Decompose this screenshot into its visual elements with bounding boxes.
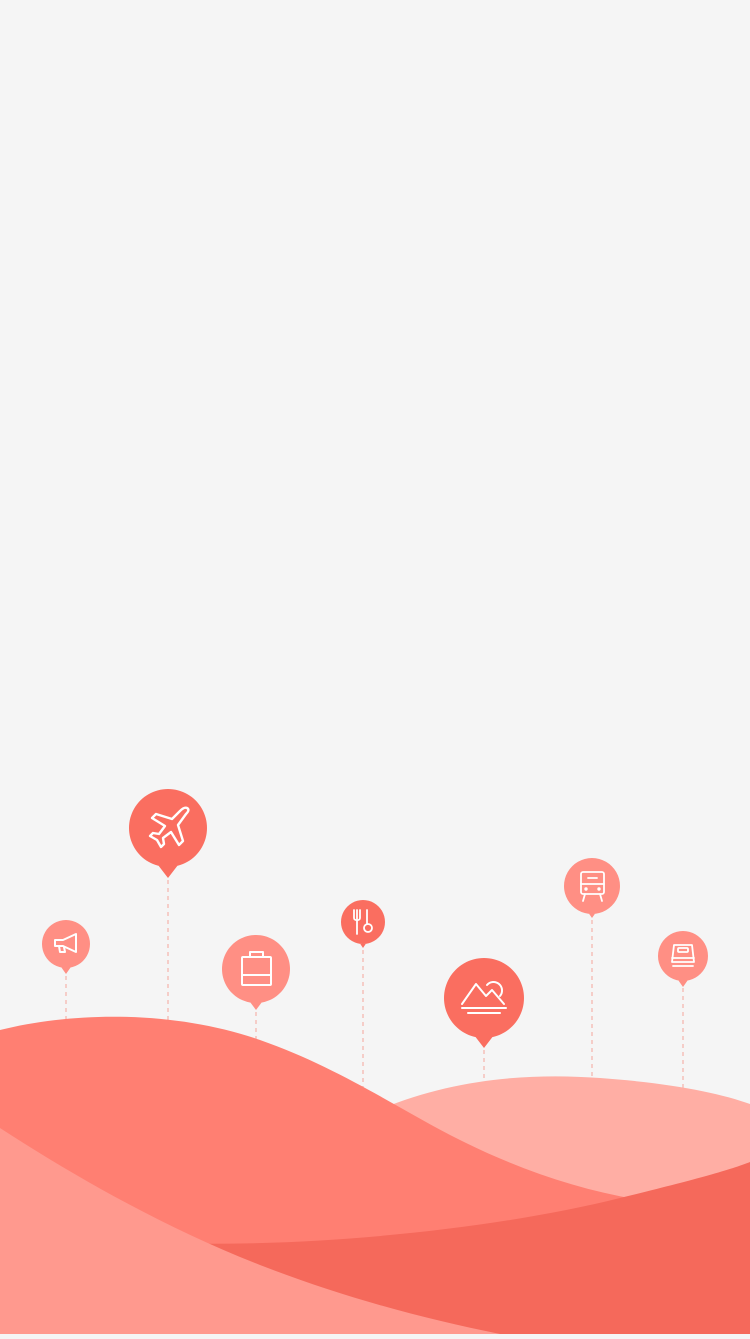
pin-hotel[interactable] [657, 931, 708, 987]
landscape-svg [0, 789, 750, 1334]
pin-bag[interactable] [221, 935, 290, 1010]
landscape-illustration [0, 0, 750, 1334]
pin-shape [657, 931, 708, 987]
pin-shape [340, 900, 385, 948]
pin-shape [221, 935, 290, 1010]
pin-scenery[interactable] [443, 958, 524, 1048]
pin-food[interactable] [340, 900, 385, 948]
pin-train[interactable] [563, 858, 620, 918]
pin-shape [443, 958, 524, 1048]
pin-plane[interactable] [128, 789, 207, 878]
pin-shape [563, 858, 620, 918]
pin-megaphone[interactable] [41, 920, 90, 974]
